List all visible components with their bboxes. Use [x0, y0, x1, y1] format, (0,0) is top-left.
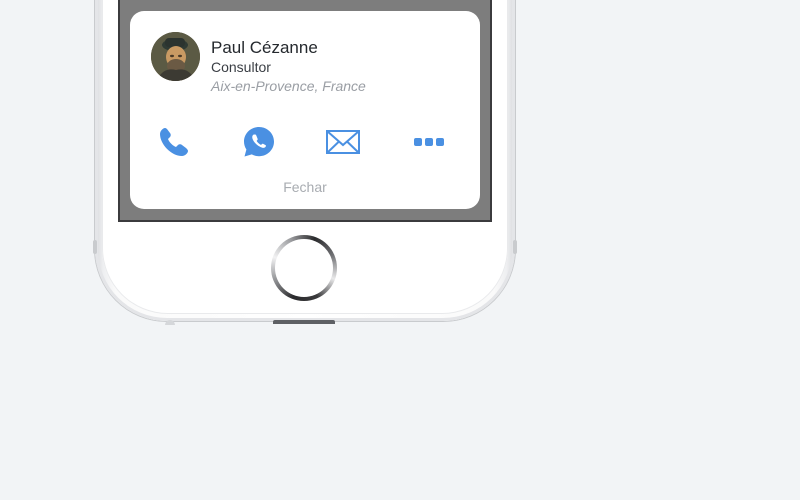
contact-name: Paul Cézanne	[211, 38, 318, 57]
email-button[interactable]	[318, 117, 368, 167]
contact-action-sheet: Paul Cézanne Consultor Aix-en-Provence, …	[130, 11, 480, 209]
phone-icon	[160, 128, 188, 156]
more-icon	[414, 138, 444, 146]
avatar-portrait-image	[151, 32, 200, 81]
close-button[interactable]: Fechar	[130, 179, 480, 195]
mail-icon	[326, 130, 360, 154]
home-button[interactable]	[271, 235, 337, 301]
whatsapp-button[interactable]	[234, 117, 284, 167]
avatar	[151, 32, 200, 81]
contact-role: Consultor	[211, 59, 271, 75]
call-button[interactable]	[149, 117, 199, 167]
whatsapp-icon	[244, 127, 274, 157]
phone-lightning-port	[273, 320, 335, 324]
more-button[interactable]	[404, 117, 454, 167]
phone-side-button-left	[93, 240, 97, 254]
contact-location: Aix-en-Provence, France	[211, 78, 366, 94]
home-button-face	[275, 239, 333, 297]
phone-speaker-dot	[165, 320, 175, 325]
phone-side-button-right	[513, 240, 517, 254]
